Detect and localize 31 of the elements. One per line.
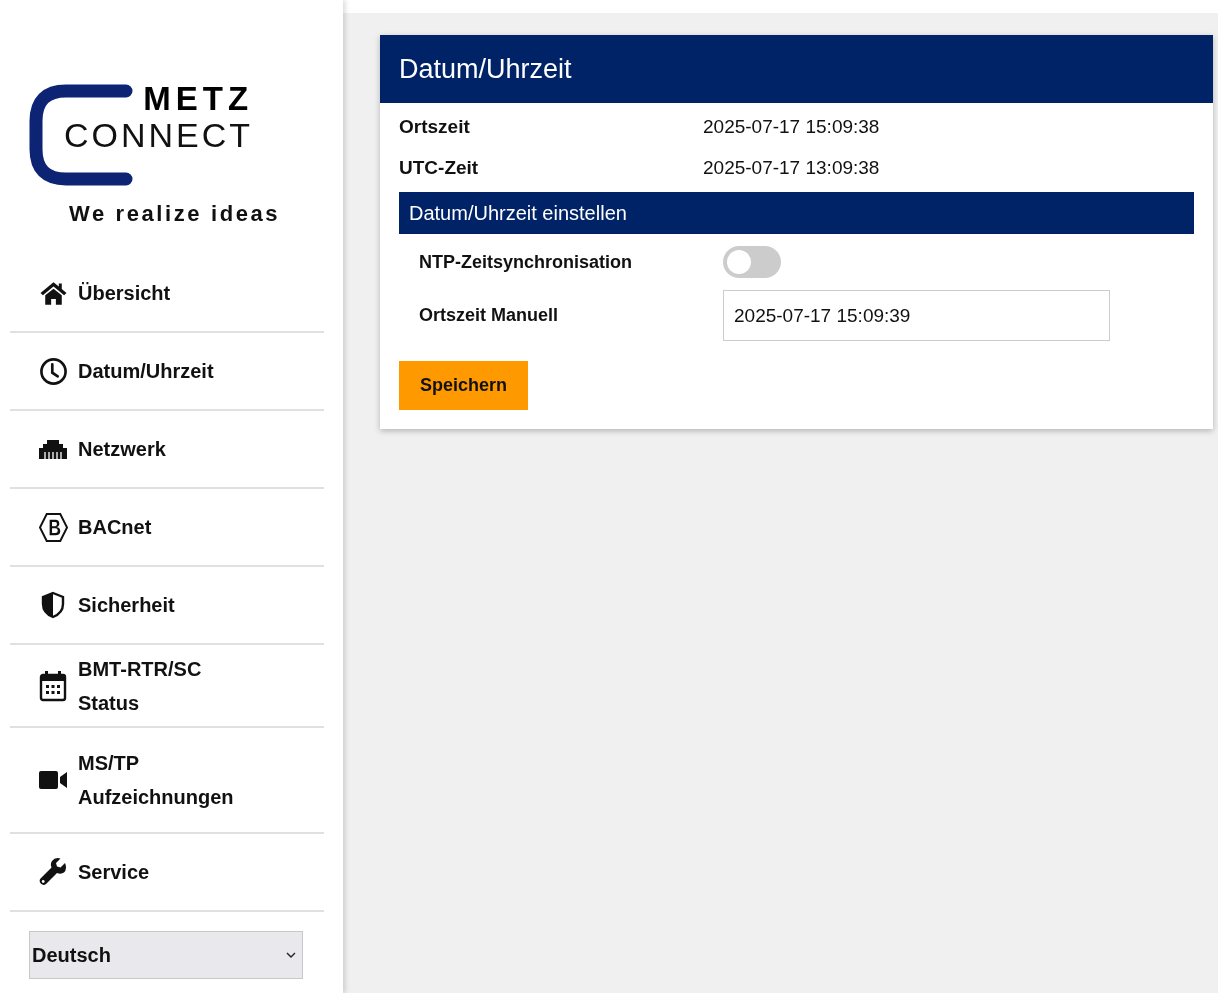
nav-item[interactable]: MS/TP Aufzeichnungen [10, 728, 324, 834]
toggle-switch[interactable] [723, 246, 781, 278]
calendar-icon [38, 669, 68, 702]
network-port-icon [38, 438, 68, 460]
nav-item[interactable]: Datum/Uhrzeit [10, 333, 324, 411]
save-button[interactable]: Speichern [399, 361, 529, 410]
field-value: 2025-07-17 13:09:38 [703, 156, 881, 180]
field-value: 2025-07-17 15:09:38 [703, 115, 881, 139]
tagline: We realize ideas [69, 201, 282, 227]
nav-item[interactable]: BMT-RTR/SC Status [10, 645, 324, 728]
nav-item[interactable]: Netzwerk [10, 411, 324, 489]
panel-title: Datum/Uhrzeit [380, 35, 1213, 103]
field-label: Ortszeit Manuell [419, 305, 560, 326]
nav-item[interactable]: Übersicht [10, 255, 324, 333]
nav-item[interactable]: Service [10, 834, 324, 912]
nav-item[interactable]: Sicherheit [10, 567, 324, 645]
video-camera-icon [38, 770, 68, 790]
field-label: Ortszeit [399, 115, 471, 139]
home-icon [38, 280, 68, 306]
field-label: UTC-Zeit [399, 156, 480, 180]
hexagon-b-icon [38, 511, 68, 543]
section-title: Datum/Uhrzeit einstellen [399, 192, 1194, 234]
caret-icon [286, 952, 296, 958]
clock-icon [38, 356, 68, 386]
input-field[interactable]: 2025-07-17 15:09:39 [723, 290, 1110, 341]
language-dropdown[interactable]: Deutsch [29, 931, 303, 979]
nav-item[interactable]: BACnet [10, 489, 324, 567]
brand-name: CONNECT [64, 115, 254, 155]
brand-name: METZ [142, 83, 254, 115]
wrench-icon [38, 857, 68, 887]
field-label: NTP-Zeitsynchronisation [419, 251, 634, 273]
